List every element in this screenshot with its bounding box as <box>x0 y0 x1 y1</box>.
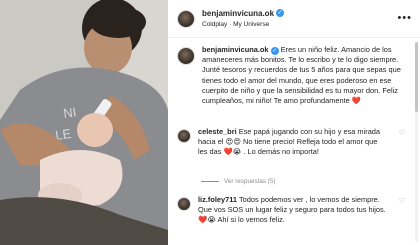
verified-badge-icon: ✓ <box>276 9 285 17</box>
song-link[interactable]: Coldplay · My Universe <box>202 19 284 30</box>
commenter-avatar[interactable] <box>177 197 191 211</box>
post-photo[interactable]: NI LE <box>0 0 168 245</box>
more-dots-icon[interactable]: ••• <box>397 12 412 24</box>
post-panel: benjaminvicuna.ok ✓ Coldplay · My Univer… <box>168 0 420 245</box>
author-avatar[interactable] <box>177 9 195 28</box>
scrollbar-thumb[interactable] <box>415 42 418 112</box>
svg-text:NI: NI <box>62 104 77 121</box>
caption-avatar[interactable] <box>177 47 195 65</box>
heart-icon[interactable]: ♡ <box>399 129 405 137</box>
heart-icon[interactable]: ♡ <box>399 197 405 205</box>
commenter-username[interactable]: liz.foley711 <box>198 195 237 204</box>
comment-item: celeste_bri Ese papá jugando con su hijo… <box>177 127 405 158</box>
view-replies-label: Ver respuestas (5) <box>224 178 276 185</box>
commenter-avatar[interactable] <box>177 129 191 143</box>
caption-text: Eres un niño feliz. Amancio de los amane… <box>202 45 401 106</box>
caption-username[interactable]: benjaminvicuna.ok <box>202 45 269 54</box>
post-header: benjaminvicuna.ok ✓ Coldplay · My Univer… <box>168 0 420 38</box>
divider-line <box>201 181 219 182</box>
father-baby-photo: NI LE <box>0 0 168 245</box>
scrollbar[interactable] <box>415 42 418 242</box>
commenter-username[interactable]: celeste_bri <box>198 127 237 136</box>
view-replies-link[interactable]: Ver respuestas (5) <box>201 178 275 185</box>
verified-badge-icon: ✓ <box>270 47 279 55</box>
caption: benjaminvicuna.ok ✓ Eres un niño feliz. … <box>177 45 405 106</box>
comments-scroll-area[interactable]: benjaminvicuna.ok ✓ Eres un niño feliz. … <box>168 39 412 245</box>
red-heart-emoji: ❤️ <box>351 96 362 106</box>
comment-item: liz.foley711 Todos podemos ver , lo vemo… <box>177 195 405 226</box>
author-username[interactable]: benjaminvicuna.ok <box>202 8 274 19</box>
